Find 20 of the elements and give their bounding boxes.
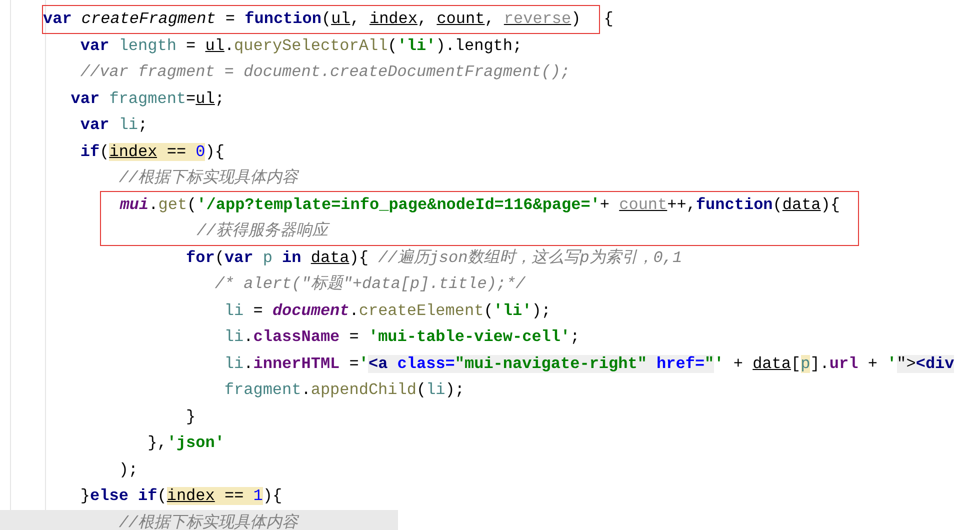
code-line: //获得服务器响应 [196, 220, 328, 242]
code-line: if(index == 0){ [79, 142, 224, 162]
code-line: var fragment=ul; [70, 88, 224, 110]
code-line: var createFragment = function(ul, index, count, reverse) [43, 9, 581, 30]
code-line: ); [118, 460, 138, 480]
code-line: li.className = 'mui-table-view-cell'; [223, 327, 580, 348]
code-line: for(var p in data){ //遍历json数组时，这么写p为索引，0,1 [185, 248, 682, 268]
code-line: fragment.appendChild(li); [223, 380, 464, 401]
code-line: li = document.createElement('li'); [223, 300, 551, 322]
code-line: var li; [79, 115, 148, 136]
code-line: } [185, 406, 196, 428]
code-line: //var fragment = document.createDocumentFragment(); [79, 62, 570, 83]
code-line: //根据下标实现具体内容 [118, 168, 298, 189]
code-line: },'json' [146, 433, 224, 454]
code-line: }else if(index == 1){ [79, 486, 282, 507]
code-text: { [604, 9, 614, 30]
code-line: li.innerHTML ='<a class="mui-navigate-right" href="' + data[p].url + '"><div [223, 354, 954, 374]
code-line: /* alert("标题"+data[p].title);*/ [214, 274, 526, 295]
code-line: var length = ul.querySelectorAll('li').length; [79, 36, 522, 56]
code-line: mui.get('/app?template=info_page&nodeId=116&page='+ count++,function(data){ [118, 194, 840, 216]
